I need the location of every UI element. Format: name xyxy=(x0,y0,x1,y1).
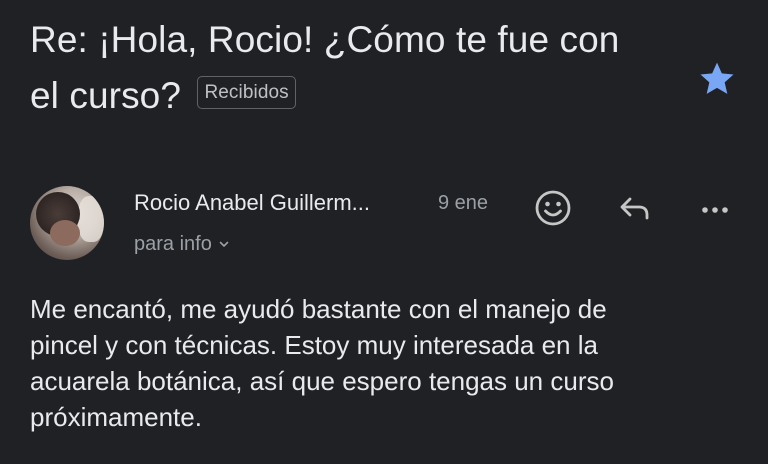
star-icon[interactable] xyxy=(697,59,737,99)
body-line: pincel y con técnicas. Estoy muy interes… xyxy=(30,330,598,360)
add-reaction-button[interactable] xyxy=(531,186,575,230)
body-line: acuarela botánica, así que espero tengas… xyxy=(30,366,614,396)
avatar[interactable] xyxy=(30,186,104,260)
inbox-label-chip[interactable]: Recibidos xyxy=(197,75,296,109)
smiley-icon xyxy=(535,190,571,226)
avatar-face xyxy=(50,220,80,246)
body-line: Me encantó, me ayudó bastante con el man… xyxy=(30,294,607,324)
body-line: próximamente. xyxy=(30,402,202,432)
reply-button[interactable] xyxy=(613,186,657,230)
recipient-toggle[interactable]: para info xyxy=(134,231,230,257)
reply-icon xyxy=(620,197,649,220)
sender-name[interactable]: Rocio Anabel Guillerm... xyxy=(134,189,370,217)
subject-line-2-text: el curso? xyxy=(30,75,182,116)
email-date: 9 ene xyxy=(438,192,489,214)
subject-line-2: el curso? Recibidos xyxy=(30,68,680,124)
subject-line-1: Re: ¡Hola, Rocio! ¿Cómo te fue con xyxy=(30,19,620,60)
more-options-button[interactable] xyxy=(693,186,737,230)
email-body: Me encantó, me ayudó bastante con el man… xyxy=(30,291,730,435)
more-horiz-icon xyxy=(702,207,728,213)
avatar-background xyxy=(78,196,104,242)
email-view: Re: ¡Hola, Rocio! ¿Cómo te fue con el cu… xyxy=(0,0,768,464)
chevron-down-icon xyxy=(219,241,229,247)
email-subject: Re: ¡Hola, Rocio! ¿Cómo te fue con el cu… xyxy=(30,12,680,124)
recipient-text: para info xyxy=(134,233,212,255)
